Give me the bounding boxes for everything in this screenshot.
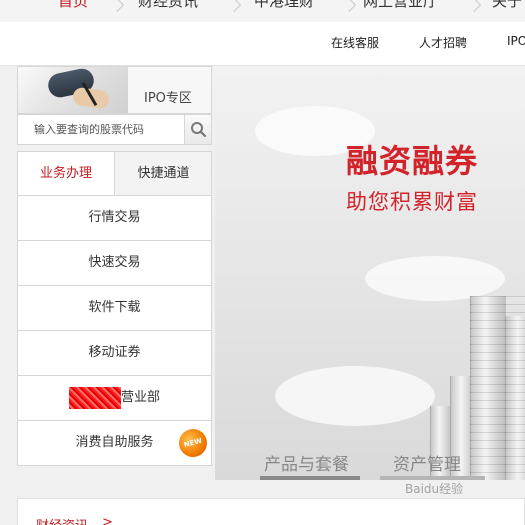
nav-separator <box>344 0 354 14</box>
watermark: Baidu经验 <box>405 482 464 496</box>
menu-item-mobile-securities[interactable]: 移动证券 <box>17 331 212 376</box>
menu-item-quick-trading[interactable]: 快速交易 <box>17 241 212 286</box>
nav-tab-wealth[interactable]: 中港理财 <box>254 0 314 11</box>
nav-tab-about[interactable]: 关于 <box>492 0 522 11</box>
nav-separator <box>112 0 122 14</box>
nav-separator <box>229 0 239 14</box>
search-button[interactable] <box>184 115 211 144</box>
finance-news-link[interactable]: 财经资讯 <box>36 515 88 525</box>
nav-tab-finance-news[interactable]: 财经资讯 <box>138 0 198 11</box>
menu-item-label: 移动证券 <box>88 345 141 360</box>
business-menu: 行情交易 快速交易 软件下载 移动证券 营业部 消费自助服务 NEW <box>17 196 212 466</box>
stock-search <box>17 114 212 145</box>
building-windows <box>470 296 525 480</box>
search-icon <box>191 122 207 138</box>
banner-headline: 融资融券 <box>346 142 479 180</box>
menu-item-label: 软件下载 <box>88 300 141 315</box>
nav-tab-online-hall[interactable]: 网上营业厅 <box>363 0 438 11</box>
menu-item-label: 快速交易 <box>88 255 141 270</box>
new-badge: NEW <box>175 425 211 461</box>
sidebar-tabs: 业务办理 快捷通道 <box>17 151 212 196</box>
nav-separator <box>469 0 479 14</box>
news-panel: 财经资讯 > <box>17 498 525 525</box>
menu-item-market-trading[interactable]: 行情交易 <box>17 196 212 241</box>
menu-item-label: 行情交易 <box>88 210 141 225</box>
menu-item-label: 消费自助服务 <box>75 435 154 450</box>
nav-tab-home[interactable]: 首页 <box>58 0 88 11</box>
ipo-zone-title: IPO专区 <box>144 91 192 106</box>
stock-code-input[interactable] <box>18 115 184 144</box>
cloud-decoration <box>275 366 435 426</box>
ipo-link[interactable]: IPO <box>507 34 525 48</box>
cloud-decoration <box>365 256 505 301</box>
recruitment-link[interactable]: 人才招聘 <box>419 34 467 51</box>
main-nav: 首页 财经资讯 中港理财 网上营业厅 关于 <box>0 0 525 22</box>
ipo-zone-banner[interactable]: IPO专区 <box>17 66 212 114</box>
menu-item-software-download[interactable]: 软件下载 <box>17 286 212 331</box>
tab-shortcuts[interactable]: 快捷通道 <box>116 152 211 195</box>
banner-tab-asset-management[interactable]: 资产管理 <box>393 450 461 475</box>
online-service-link[interactable]: 在线客服 <box>331 34 379 51</box>
menu-item-self-service[interactable]: 消费自助服务 NEW <box>17 421 212 466</box>
banner-tab-products[interactable]: 产品与套餐 <box>264 450 349 475</box>
promo-banner[interactable]: 融资融券 助您积累财富 产品与套餐 资产管理 <box>215 66 525 480</box>
utility-bar: 在线客服 人才招聘 IPO <box>0 22 525 66</box>
menu-item-branch[interactable]: 营业部 <box>17 376 212 421</box>
more-arrow[interactable]: > <box>102 515 113 525</box>
menu-item-label: 营业部 <box>120 390 160 405</box>
banner-subline: 助您积累财富 <box>346 190 478 214</box>
tab-business[interactable]: 业务办理 <box>18 152 115 195</box>
banner-tab-underline <box>260 476 360 480</box>
redaction-mark <box>68 386 121 409</box>
handshake-image <box>18 67 128 113</box>
